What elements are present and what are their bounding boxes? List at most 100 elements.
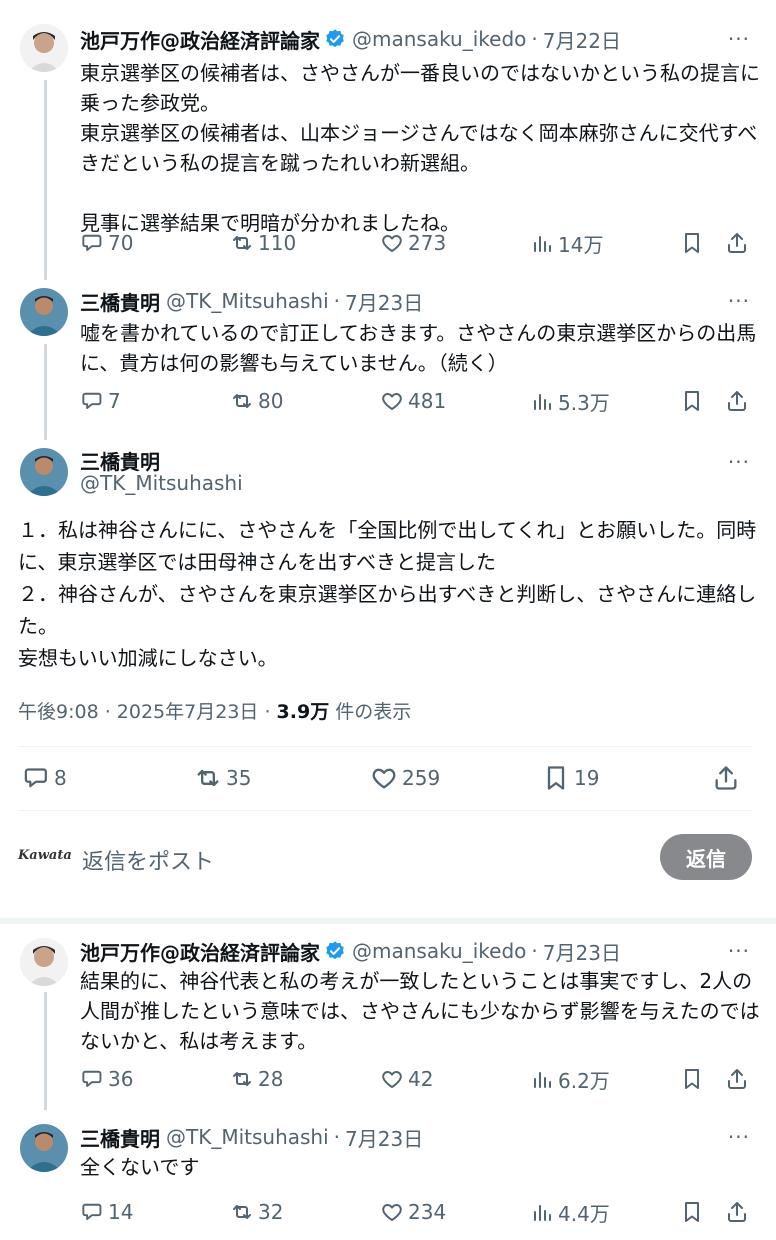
upload-share-icon [715,766,737,790]
views-button[interactable]: 4.4万 [530,1197,610,1227]
bookmark-button[interactable] [680,228,708,258]
heart-icon [382,393,402,410]
heart-icon [382,1204,402,1221]
thread-line [44,344,47,440]
views-button[interactable]: 6.2万 [530,1064,610,1094]
tweet-date[interactable]: 7月23日 [543,937,621,966]
more-options-icon[interactable]: ··· [728,450,750,474]
views-button[interactable]: 5.3万 [530,386,610,416]
user-handle[interactable]: @mansaku_ikedo [352,27,526,51]
tweet-actions: 7 80 481 5.3万 [80,386,750,416]
share-button[interactable] [725,1064,753,1094]
thread-line [44,992,47,1110]
repost-arrows-icon [233,1072,251,1086]
repost-button[interactable]: 80 [230,386,283,416]
view-count: 5.3万 [558,390,610,415]
bookmark-button[interactable] [680,1197,708,1227]
separator: · [531,939,538,963]
more-options-icon[interactable]: ··· [728,289,750,313]
tweet-header: 三橋貴明 @TK_Mitsuhashi · 7月23日 [80,1122,423,1152]
section-divider [0,918,776,924]
like-count: 259 [402,766,441,790]
divider [18,746,752,747]
reply-input[interactable]: 返信をポスト [82,844,214,876]
share-button[interactable] [725,1197,753,1227]
bar-chart-icon [534,394,551,410]
like-button[interactable]: 481 [380,386,446,416]
repost-count: 28 [258,1067,284,1091]
view-count: 4.4万 [558,1201,610,1226]
separator: · [531,27,538,51]
tweet-date[interactable]: 7月23日 [345,287,423,316]
reply-button[interactable]: 36 [80,1064,133,1094]
view-count: 6.2万 [558,1068,610,1093]
reply-count: 7 [108,389,121,413]
display-name[interactable]: 三橋貴明 [80,1123,160,1152]
like-button[interactable]: 234 [380,1197,446,1227]
bookmark-button[interactable]: 19 [542,763,599,793]
repost-button[interactable]: 35 [194,763,251,793]
like-count: 234 [408,1200,447,1224]
reply-button[interactable]: 8 [22,763,67,793]
tweet-timestamp[interactable]: 午後9:08 · 2025年7月23日 · [18,701,277,723]
share-button[interactable] [725,386,753,416]
repost-arrows-icon [233,394,251,408]
speech-bubble-icon [82,234,102,251]
current-user-avatar[interactable]: Kawata [18,848,72,863]
user-handle[interactable]: @TK_Mitsuhashi [80,471,243,495]
speech-bubble-icon [82,1203,102,1220]
avatar[interactable] [20,448,68,496]
views-button[interactable]: 14万 [530,228,603,258]
tweet-text: １．私は神谷さんにに、さやさんを「全国比例で出してくれ」とお願いした。同時に、東… [18,518,757,670]
heart-icon [382,1071,402,1088]
like-button[interactable]: 42 [380,1064,433,1094]
display-name[interactable]: 池戸万作@政治経済評論家 [80,25,320,54]
repost-arrows-icon [233,1205,251,1219]
like-button[interactable]: 273 [380,228,446,258]
display-name[interactable]: 池戸万作@政治経済評論家 [80,937,320,966]
repost-button[interactable]: 28 [230,1064,283,1094]
upload-share-icon [728,391,746,411]
more-options-icon[interactable]: ··· [728,1125,750,1149]
verified-badge-icon [324,28,346,50]
avatar[interactable] [20,288,68,336]
tweet-actions: 8 35 259 19 [22,763,746,793]
tweet-text: 結果的に、神谷代表と私の考えが一致したということは事実ですし、2人の人間が推した… [80,969,760,1053]
like-button[interactable]: 259 [370,763,440,793]
reply-count: 8 [54,766,67,790]
repost-button[interactable]: 32 [230,1197,283,1227]
bookmark-button[interactable] [680,386,708,416]
user-handle[interactable]: @TK_Mitsuhashi [166,289,329,313]
display-name[interactable]: 三橋貴明 [80,287,160,316]
share-button[interactable] [725,228,753,258]
repost-button[interactable]: 110 [230,228,296,258]
share-button[interactable] [712,763,744,793]
heart-icon [372,768,396,789]
tweet-date[interactable]: 7月23日 [345,1123,423,1152]
user-handle[interactable]: @mansaku_ikedo [352,939,526,963]
repost-arrows-icon [233,236,251,250]
view-count: 3.9万 [276,701,330,723]
bookmark-icon [685,1069,699,1089]
repost-count: 35 [226,766,252,790]
tweet-date[interactable]: 7月22日 [543,25,621,54]
repost-count: 32 [258,1200,284,1224]
bar-chart-icon [534,1072,551,1088]
bar-chart-icon [534,1205,551,1221]
tweet-actions: 70 110 273 14万 [80,228,750,258]
reply-composer: Kawata 返信をポスト 返信 [18,832,752,886]
reply-button[interactable]: 14 [80,1197,133,1227]
reply-submit-button[interactable]: 返信 [660,834,752,880]
avatar[interactable] [20,1124,68,1172]
more-options-icon[interactable]: ··· [728,27,750,51]
user-handle[interactable]: @TK_Mitsuhashi [166,1125,329,1149]
view-label: 件の表示 [329,701,412,723]
reply-button[interactable]: 70 [80,228,133,258]
more-options-icon[interactable]: ··· [728,939,750,963]
bookmark-button[interactable] [680,1064,708,1094]
view-count: 14万 [558,232,604,257]
tweet-meta: 午後9:08 · 2025年7月23日 · 3.9万 件の表示 [18,697,411,724]
avatar[interactable] [20,24,68,72]
reply-button[interactable]: 7 [80,386,121,416]
avatar[interactable] [20,938,68,986]
